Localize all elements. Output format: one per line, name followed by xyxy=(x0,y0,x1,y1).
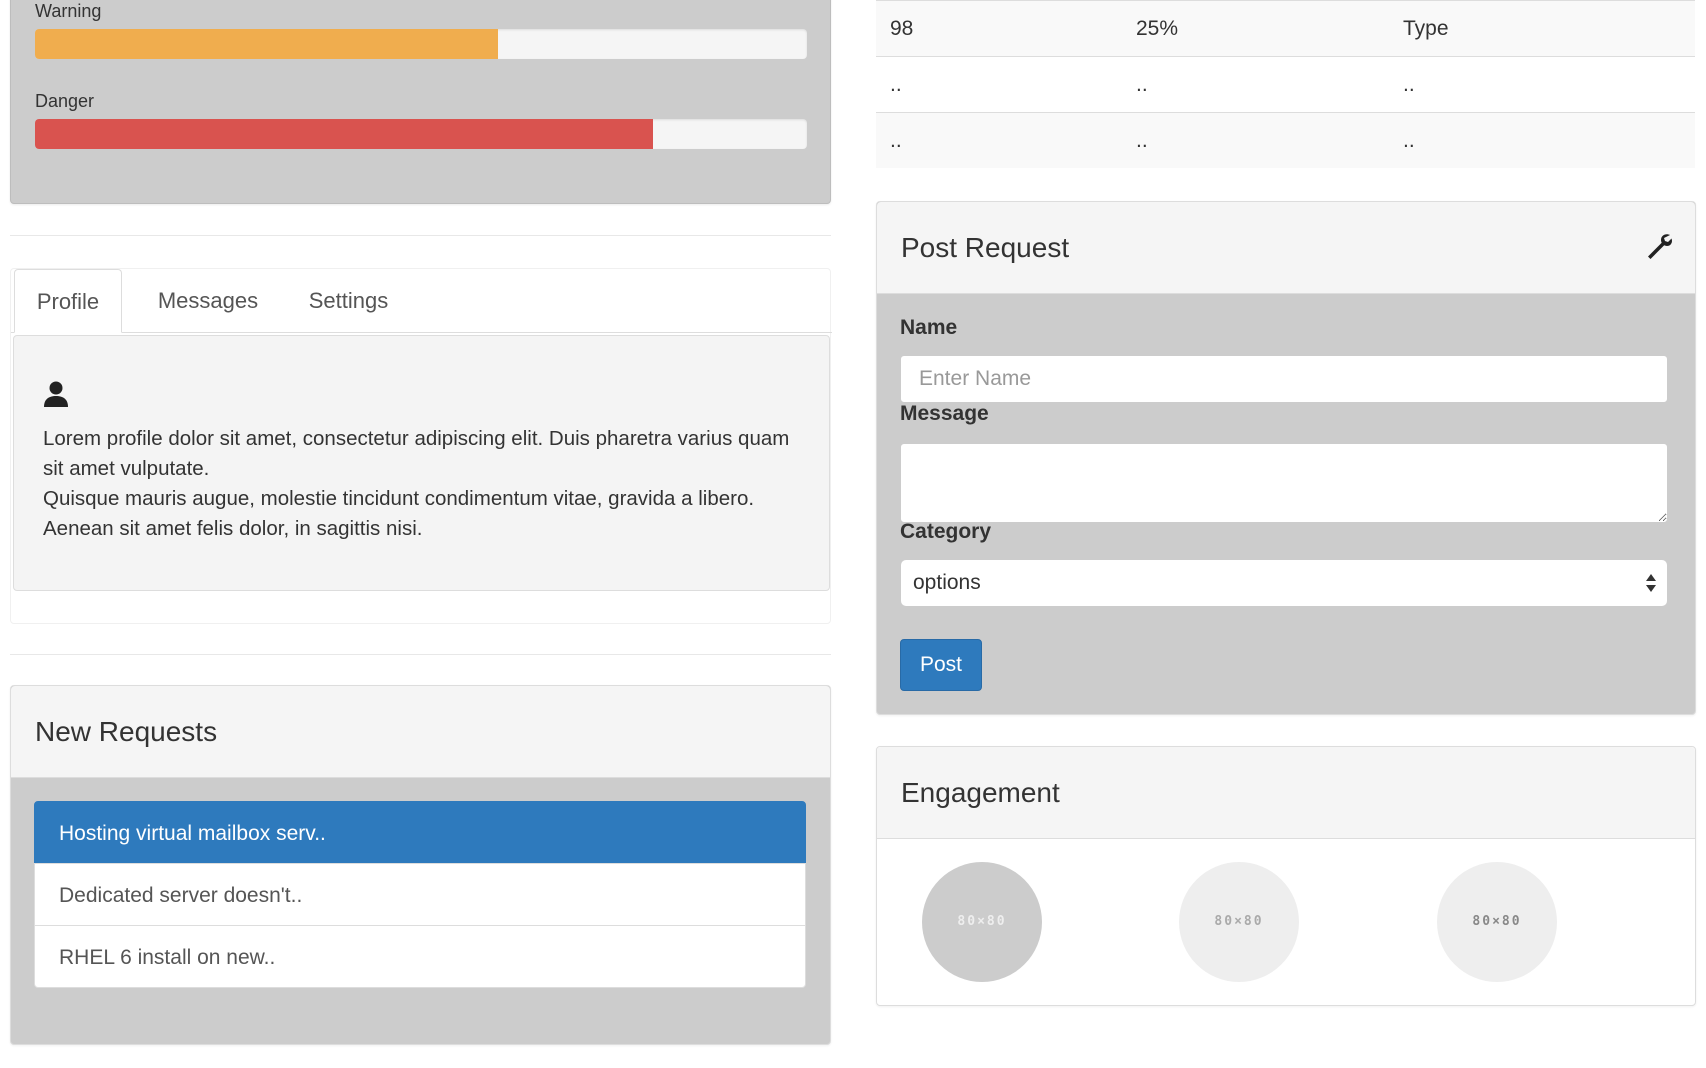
divider xyxy=(10,235,831,236)
table-cell: 25% xyxy=(1136,17,1179,40)
table-cell: .. xyxy=(1136,129,1148,152)
avatar: 80×80 xyxy=(1179,862,1299,982)
tab-profile[interactable]: Profile xyxy=(14,269,122,333)
engagement-panel: Engagement 80×80 80×80 80×80 xyxy=(876,746,1696,1006)
table-cell: .. xyxy=(1136,73,1148,96)
table-cell: .. xyxy=(1403,129,1415,152)
panel-title: Post Request xyxy=(901,232,1070,263)
table-row: 98 25% Type xyxy=(876,0,1695,56)
danger-progress-fill xyxy=(35,119,653,149)
table-cell: .. xyxy=(1403,73,1415,96)
request-list: Hosting virtual mailbox serv.. Dedicated… xyxy=(34,801,806,988)
profile-text-line1: Lorem profile dolor sit amet, consectetu… xyxy=(43,427,790,480)
warning-progress-fill xyxy=(35,29,499,59)
list-item[interactable]: RHEL 6 install on new.. xyxy=(34,925,806,988)
table-cell: .. xyxy=(890,73,902,96)
divider xyxy=(10,654,831,655)
danger-label: Danger xyxy=(35,91,95,111)
data-table: 98 25% Type .. .. .. .. .. .. xyxy=(876,0,1695,168)
panel-header: Engagement xyxy=(877,747,1695,839)
danger-progress-bar xyxy=(35,119,807,149)
panel-title: Engagement xyxy=(901,777,1060,808)
panel-title: New Requests xyxy=(35,716,218,747)
table-row: .. .. .. xyxy=(876,56,1695,112)
table-row: .. .. .. xyxy=(876,112,1695,168)
post-button[interactable]: Post xyxy=(900,639,982,691)
select-arrows-icon xyxy=(1646,574,1656,592)
category-label: Category xyxy=(900,520,992,543)
message-textarea[interactable] xyxy=(900,443,1668,523)
table-cell: Type xyxy=(1403,17,1449,40)
profile-text: Lorem profile dolor sit amet, consectetu… xyxy=(43,424,803,544)
category-select[interactable]: options xyxy=(900,559,1668,607)
profile-tabs: Profile Messages Settings Lorem profile … xyxy=(10,268,832,624)
tab-messages[interactable]: Messages xyxy=(139,269,277,333)
post-request-panel: Post Request Name Message Category optio… xyxy=(876,201,1696,715)
table-cell: .. xyxy=(890,129,902,152)
panel-header: New Requests xyxy=(11,686,830,778)
warning-label: Warning xyxy=(35,1,102,21)
tab-settings[interactable]: Settings xyxy=(291,269,406,333)
name-input[interactable] xyxy=(900,355,1668,403)
tab-pane-profile: Lorem profile dolor sit amet, consectetu… xyxy=(13,335,830,591)
panel-header: Post Request xyxy=(877,202,1695,294)
category-select-value: options xyxy=(913,571,981,594)
avatar: 80×80 xyxy=(1437,862,1557,982)
warning-progress-bar xyxy=(35,29,807,59)
message-label: Message xyxy=(900,402,989,425)
list-item[interactable]: Dedicated server doesn't.. xyxy=(34,863,806,926)
wrench-icon[interactable] xyxy=(1645,232,1673,260)
tab-bar: Profile Messages Settings xyxy=(11,269,832,333)
avatar: 80×80 xyxy=(922,862,1042,982)
list-item[interactable]: Hosting virtual mailbox serv.. xyxy=(34,801,806,864)
name-label: Name xyxy=(900,316,958,339)
user-icon xyxy=(44,381,68,407)
new-requests-panel: New Requests Hosting virtual mailbox ser… xyxy=(10,685,831,1045)
profile-text-line2: Quisque mauris augue, molestie tincidunt… xyxy=(43,487,755,540)
progress-panel: Warning Danger xyxy=(10,0,831,204)
table-cell: 98 xyxy=(890,17,914,40)
